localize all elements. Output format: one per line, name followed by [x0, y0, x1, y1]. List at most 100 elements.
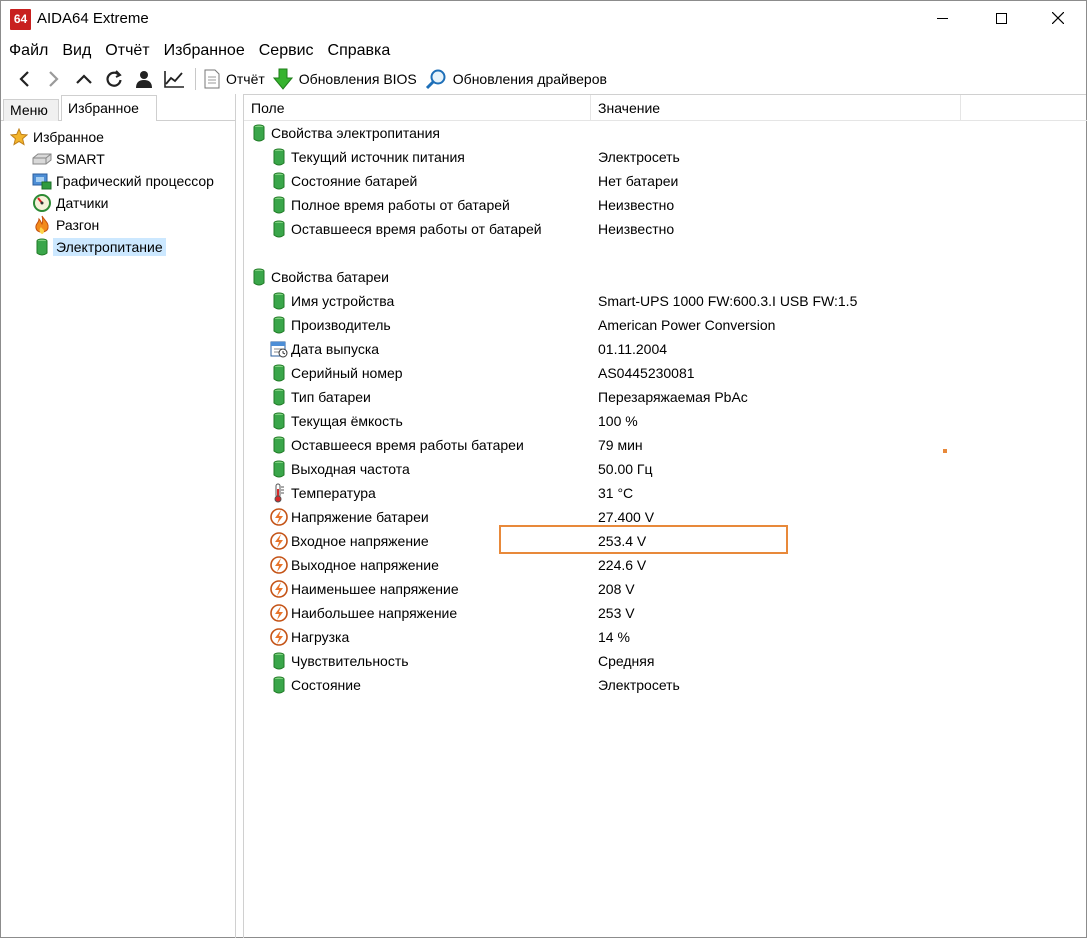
- property-row[interactable]: Наименьшее напряжение 208 V: [244, 577, 1087, 601]
- voltage-icon: [270, 531, 288, 551]
- menu-help[interactable]: Справка: [328, 39, 391, 63]
- voltage-icon: [270, 555, 288, 575]
- column-header-value[interactable]: Значение: [591, 95, 961, 121]
- property-name: Выходное напряжение: [291, 557, 439, 573]
- property-row[interactable]: Температура 31 °C: [244, 481, 1087, 505]
- property-value: 14 %: [598, 629, 630, 645]
- property-row[interactable]: Состояние батарей Нет батареи: [244, 169, 1087, 193]
- tree-item-smart[interactable]: SMART: [32, 148, 105, 170]
- chart-button[interactable]: [159, 66, 189, 92]
- property-value: Электросеть: [598, 149, 680, 165]
- gpu-icon: [32, 171, 52, 191]
- property-value: Электросеть: [598, 677, 680, 693]
- voltage-icon: [270, 507, 288, 527]
- hard-drive-icon: [32, 149, 52, 169]
- tree-item-sensors[interactable]: Датчики: [32, 192, 108, 214]
- maximize-icon: [995, 12, 1007, 24]
- property-row[interactable]: Текущий источник питания Электросеть: [244, 145, 1087, 169]
- section-title: Свойства электропитания: [271, 125, 440, 141]
- minimize-button[interactable]: [919, 1, 965, 35]
- details-panel: Поле Значение Свойства электропитания Тек…: [243, 94, 1087, 938]
- user-icon: [136, 71, 152, 88]
- section-header[interactable]: Свойства электропитания: [244, 121, 1087, 145]
- column-header: Поле Значение: [244, 95, 1087, 121]
- up-button[interactable]: [69, 66, 99, 92]
- property-name: Текущая ёмкость: [291, 413, 403, 429]
- menu-view[interactable]: Вид: [62, 39, 91, 63]
- property-name: Нагрузка: [291, 629, 350, 645]
- refresh-button[interactable]: [99, 66, 129, 92]
- battery-icon: [270, 315, 288, 335]
- user-button[interactable]: [129, 66, 159, 92]
- menu-favorites[interactable]: Избранное: [164, 39, 245, 63]
- property-name: Наибольшее напряжение: [291, 605, 458, 621]
- property-name: Температура: [291, 485, 376, 501]
- property-row[interactable]: Полное время работы от батарей Неизвестно: [244, 193, 1087, 217]
- property-row[interactable]: Имя устройства Smart-UPS 1000 FW:600.3.I …: [244, 289, 1087, 313]
- tab-favorites[interactable]: Избранное: [61, 95, 157, 121]
- menu-report[interactable]: Отчёт: [105, 39, 149, 63]
- app-icon: 64: [10, 9, 31, 30]
- flame-icon: [32, 215, 52, 235]
- maximize-button[interactable]: [978, 1, 1024, 35]
- voltage-icon: [270, 579, 288, 599]
- property-value: 208 V: [598, 581, 635, 597]
- battery-icon: [250, 123, 268, 143]
- voltage-icon: [270, 627, 288, 647]
- property-row[interactable]: Производитель American Power Conversion: [244, 313, 1087, 337]
- tree-item-gpu[interactable]: Графический процессор: [32, 170, 214, 192]
- back-button[interactable]: [9, 66, 39, 92]
- section-title: Свойства батареи: [271, 269, 389, 285]
- property-value: 01.11.2004: [598, 341, 668, 357]
- battery-icon: [270, 291, 288, 311]
- close-button[interactable]: [1035, 1, 1081, 35]
- menu-file[interactable]: Файл: [9, 39, 48, 63]
- property-row[interactable]: Текущая ёмкость 100 %: [244, 409, 1087, 433]
- property-row[interactable]: Наибольшее напряжение 253 V: [244, 601, 1087, 625]
- property-row[interactable]: Нагрузка 14 %: [244, 625, 1087, 649]
- property-value: Неизвестно: [598, 197, 675, 213]
- forward-button[interactable]: [39, 66, 69, 92]
- tree-item-label: Датчики: [56, 195, 109, 211]
- property-name: Состояние: [291, 677, 361, 693]
- battery-icon: [270, 195, 288, 215]
- property-row[interactable]: Серийный номер AS0445230081: [244, 361, 1087, 385]
- column-header-field[interactable]: Поле: [244, 95, 591, 121]
- battery-icon: [270, 363, 288, 383]
- property-row[interactable]: Тип батареи Перезаряжаемая PbAc: [244, 385, 1087, 409]
- property-name: Оставшееся время работы батареи: [291, 437, 524, 453]
- property-row[interactable]: Оставшееся время работы батареи 79 мин: [244, 433, 1087, 457]
- tree-item-power[interactable]: Электропитание: [32, 236, 166, 258]
- property-value: American Power Conversion: [598, 317, 776, 333]
- section-header[interactable]: Свойства батареи: [244, 265, 1087, 289]
- report-button[interactable]: Отчёт: [202, 66, 271, 92]
- calendar-clock-icon: [270, 339, 288, 359]
- tree-item-label: Графический процессор: [56, 173, 214, 189]
- property-row[interactable]: Чувствительность Средняя: [244, 649, 1087, 673]
- battery-icon: [270, 675, 288, 695]
- property-row[interactable]: Выходная частота 50.00 Гц: [244, 457, 1087, 481]
- property-row[interactable]: Дата выпуска 01.11.2004: [244, 337, 1087, 361]
- property-row[interactable]: Выходное напряжение 224.6 V: [244, 553, 1087, 577]
- tab-menu[interactable]: Меню: [3, 99, 59, 121]
- refresh-icon: [106, 70, 122, 87]
- property-name: Производитель: [291, 317, 391, 333]
- left-panel: Меню Избранное Избранное SMART Графическ…: [1, 94, 236, 938]
- highlight-annotation: [499, 525, 788, 554]
- tree-item-overclock[interactable]: Разгон: [32, 214, 99, 236]
- window-title: AIDA64 Extreme: [37, 10, 149, 27]
- tree-root-favorites[interactable]: Избранное: [9, 126, 104, 148]
- menu-service[interactable]: Сервис: [259, 39, 314, 63]
- property-row[interactable]: Состояние Электросеть: [244, 673, 1087, 697]
- drivers-update-button[interactable]: Обновления драйверов: [423, 66, 613, 92]
- property-value: 27.400 V: [598, 509, 655, 525]
- battery-icon: [270, 435, 288, 455]
- battery-icon: [270, 171, 288, 191]
- property-name: Выходная частота: [291, 461, 410, 477]
- battery-icon: [270, 651, 288, 671]
- property-row[interactable]: Оставшееся время работы от батарей Неизве…: [244, 217, 1087, 241]
- magnifier-icon: [425, 69, 446, 90]
- bios-update-button[interactable]: Обновления BIOS: [271, 66, 423, 92]
- property-name: Тип батареи: [291, 389, 371, 405]
- property-value: Smart-UPS 1000 FW:600.3.I USB FW:1.5: [598, 293, 858, 309]
